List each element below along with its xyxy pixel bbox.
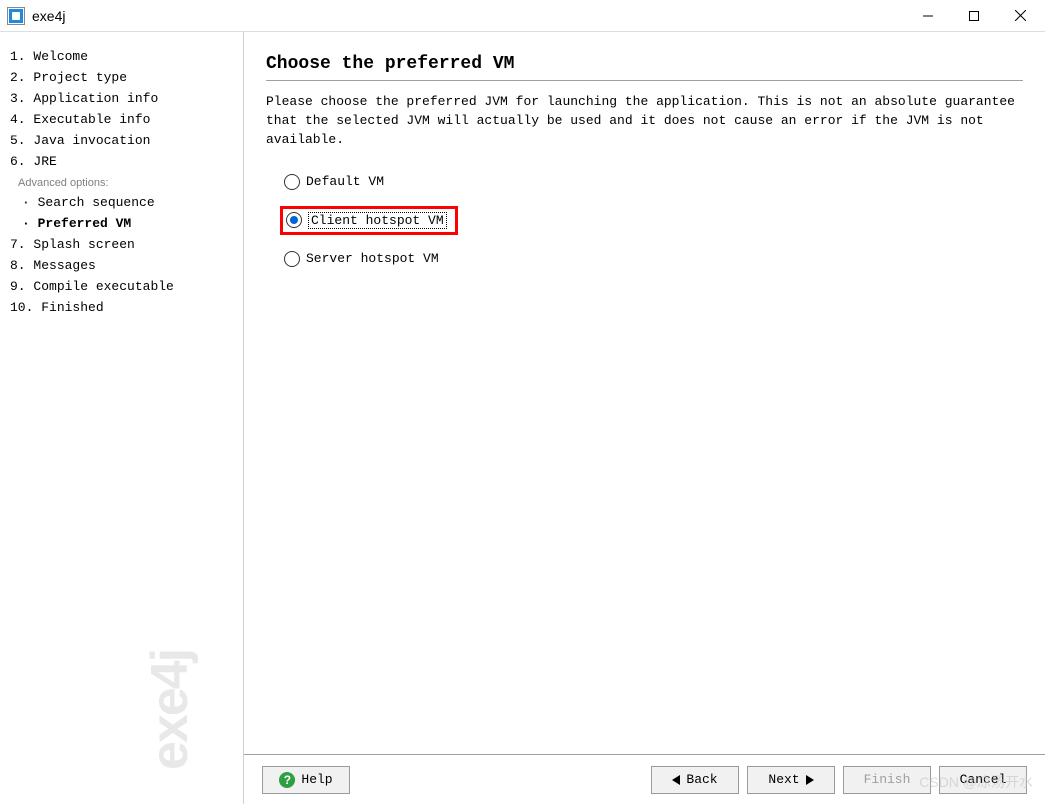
radio-label: Client hotspot VM [308,212,447,229]
content-area: Choose the preferred VM Please choose th… [244,32,1045,804]
nav-compile-executable[interactable]: 9. Compile executable [10,276,233,297]
help-icon: ? [279,772,295,788]
back-label: Back [686,772,717,787]
finish-label: Finish [864,772,911,787]
maximize-button[interactable] [951,1,997,31]
radio-server-hotspot-vm[interactable]: Server hotspot VM [284,251,1023,267]
window-controls [905,1,1043,31]
main-area: 1. Welcome 2. Project type 3. Applicatio… [0,32,1045,804]
next-button[interactable]: Next [747,766,835,794]
vm-radio-group: Default VM Client hotspot VM Server hots… [266,174,1023,267]
sidebar: 1. Welcome 2. Project type 3. Applicatio… [0,32,244,804]
nav-preferred-vm[interactable]: Preferred VM [10,213,233,234]
next-arrow-icon [806,775,814,785]
finish-button: Finish [843,766,931,794]
page-title: Choose the preferred VM [266,54,1023,81]
radio-client-hotspot-vm[interactable]: Client hotspot VM [286,212,447,229]
cancel-button[interactable]: Cancel [939,766,1027,794]
window-title: exe4j [32,8,65,24]
page-description: Please choose the preferred JVM for laun… [266,93,1023,150]
radio-icon [284,251,300,267]
radio-icon [286,212,302,228]
radio-default-vm[interactable]: Default VM [284,174,1023,190]
advanced-options-label: Advanced options: [10,172,233,192]
next-label: Next [768,772,799,787]
radio-icon [284,174,300,190]
back-arrow-icon [672,775,680,785]
nav-application-info[interactable]: 3. Application info [10,88,233,109]
titlebar: exe4j [0,0,1045,32]
highlight-box: Client hotspot VM [280,206,458,235]
close-button[interactable] [997,1,1043,31]
nav-splash-screen[interactable]: 7. Splash screen [10,234,233,255]
nav-finished[interactable]: 10. Finished [10,297,233,318]
nav-messages[interactable]: 8. Messages [10,255,233,276]
help-button[interactable]: ? Help [262,766,350,794]
back-button[interactable]: Back [651,766,739,794]
cancel-label: Cancel [960,772,1007,787]
nav-java-invocation[interactable]: 5. Java invocation [10,130,233,151]
nav-jre[interactable]: 6. JRE [10,151,233,172]
minimize-button[interactable] [905,1,951,31]
side-watermark: exe4j [140,650,200,770]
radio-label: Default VM [306,174,384,189]
nav-search-sequence[interactable]: Search sequence [10,192,233,213]
help-label: Help [301,772,332,787]
app-icon [8,8,24,24]
radio-label: Server hotspot VM [306,251,439,266]
nav-project-type[interactable]: 2. Project type [10,67,233,88]
nav-welcome[interactable]: 1. Welcome [10,46,233,67]
nav-executable-info[interactable]: 4. Executable info [10,109,233,130]
footer: ? Help Back Next Finish Cancel [244,754,1045,804]
